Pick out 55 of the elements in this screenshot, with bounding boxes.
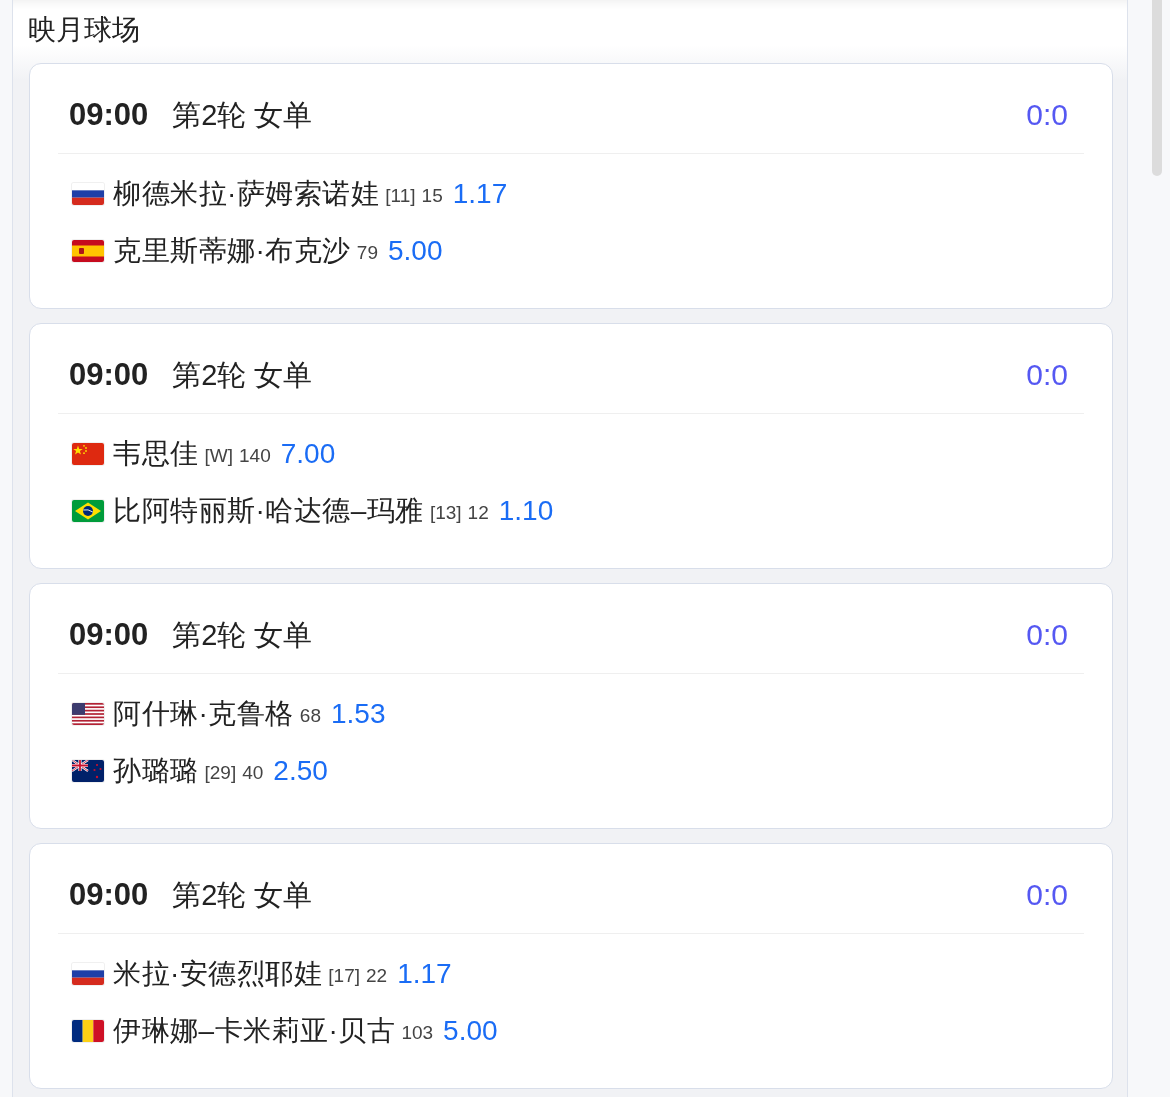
- match-round: 第2轮 女单: [172, 878, 313, 913]
- player-rank: 40: [242, 760, 264, 785]
- player-odds: 1.10: [498, 493, 554, 528]
- player-name: 米拉·安德烈耶娃: [113, 956, 323, 991]
- player-name: 比阿特丽斯·哈达德–玛雅: [113, 493, 424, 528]
- spain-flag-icon: [72, 239, 104, 262]
- match-score: 0:0: [1026, 617, 1068, 653]
- match-card[interactable]: 09:00 第2轮 女单 0:0 阿什琳·克鲁格 68 1.53 孙璐璐 [29] 40 2.50: [29, 583, 1113, 829]
- player-odds: 7.00: [280, 436, 336, 471]
- scrollbar-thumb[interactable]: [1152, 0, 1162, 176]
- new-zealand-flag-icon: [72, 759, 104, 782]
- player-odds: 1.53: [330, 696, 386, 731]
- player-rank: 103: [401, 1020, 434, 1045]
- player-odds: 5.00: [387, 233, 443, 268]
- player-name: 阿什琳·克鲁格: [113, 696, 294, 731]
- match-round: 第2轮 女单: [172, 98, 313, 133]
- player-seed: [W]: [204, 443, 233, 468]
- player-rank: 68: [299, 703, 321, 728]
- russia-flag-icon: [72, 962, 104, 985]
- match-card[interactable]: 09:00 第2轮 女单 0:0 柳德米拉·萨姆索诺娃 [11] 15 1.17 克里斯蒂娜·布克沙 79 5.00: [29, 63, 1113, 309]
- match-time: 09:00: [69, 96, 149, 134]
- match-round: 第2轮 女单: [172, 358, 313, 393]
- player-rank: 22: [366, 963, 388, 988]
- player-name: 伊琳娜–卡米莉亚·贝古: [113, 1013, 396, 1048]
- romania-flag-icon: [72, 1019, 104, 1042]
- player-name: 韦思佳: [113, 436, 199, 471]
- player-rank: 15: [421, 183, 443, 208]
- usa-flag-icon: [72, 702, 104, 725]
- match-time: 09:00: [69, 876, 149, 914]
- player-odds: 1.17: [397, 956, 452, 991]
- player-rank: 140: [239, 443, 271, 468]
- match-card[interactable]: 09:00 第2轮 女单 0:0 韦思佳 [W] 140 7.00 比阿特丽斯·哈达德–玛雅 [13] 12 1.10: [29, 323, 1113, 569]
- player-odds: 5.00: [443, 1013, 498, 1048]
- russia-flag-icon: [72, 182, 104, 205]
- match-score: 0:0: [1026, 357, 1068, 393]
- player-rank: 12: [467, 500, 489, 525]
- player-seed: [13]: [429, 500, 462, 525]
- player-seed: [29]: [204, 760, 237, 785]
- match-card[interactable]: 09:00 第2轮 女单 0:0 米拉·安德烈耶娃 [17] 22 1.17 伊琳娜–卡米莉亚·贝古 103 5.00: [29, 843, 1113, 1089]
- brazil-flag-icon: [72, 499, 104, 522]
- china-flag-icon: [72, 442, 104, 465]
- player-odds: 2.50: [273, 753, 328, 788]
- player-name: 柳德米拉·萨姆索诺娃: [113, 176, 380, 211]
- player-odds: 1.17: [452, 176, 508, 211]
- match-time: 09:00: [69, 616, 149, 654]
- player-rank: 79: [356, 240, 378, 265]
- match-score: 0:0: [1026, 97, 1068, 133]
- match-time: 09:00: [69, 356, 149, 394]
- match-round: 第2轮 女单: [172, 618, 313, 653]
- match-score: 0:0: [1026, 877, 1068, 913]
- player-seed: [17]: [328, 963, 361, 988]
- venue-title: 映月球场: [27, 13, 141, 47]
- player-name: 孙璐璐: [113, 753, 199, 788]
- player-name: 克里斯蒂娜·布克沙: [113, 233, 351, 268]
- player-seed: [11]: [385, 183, 416, 208]
